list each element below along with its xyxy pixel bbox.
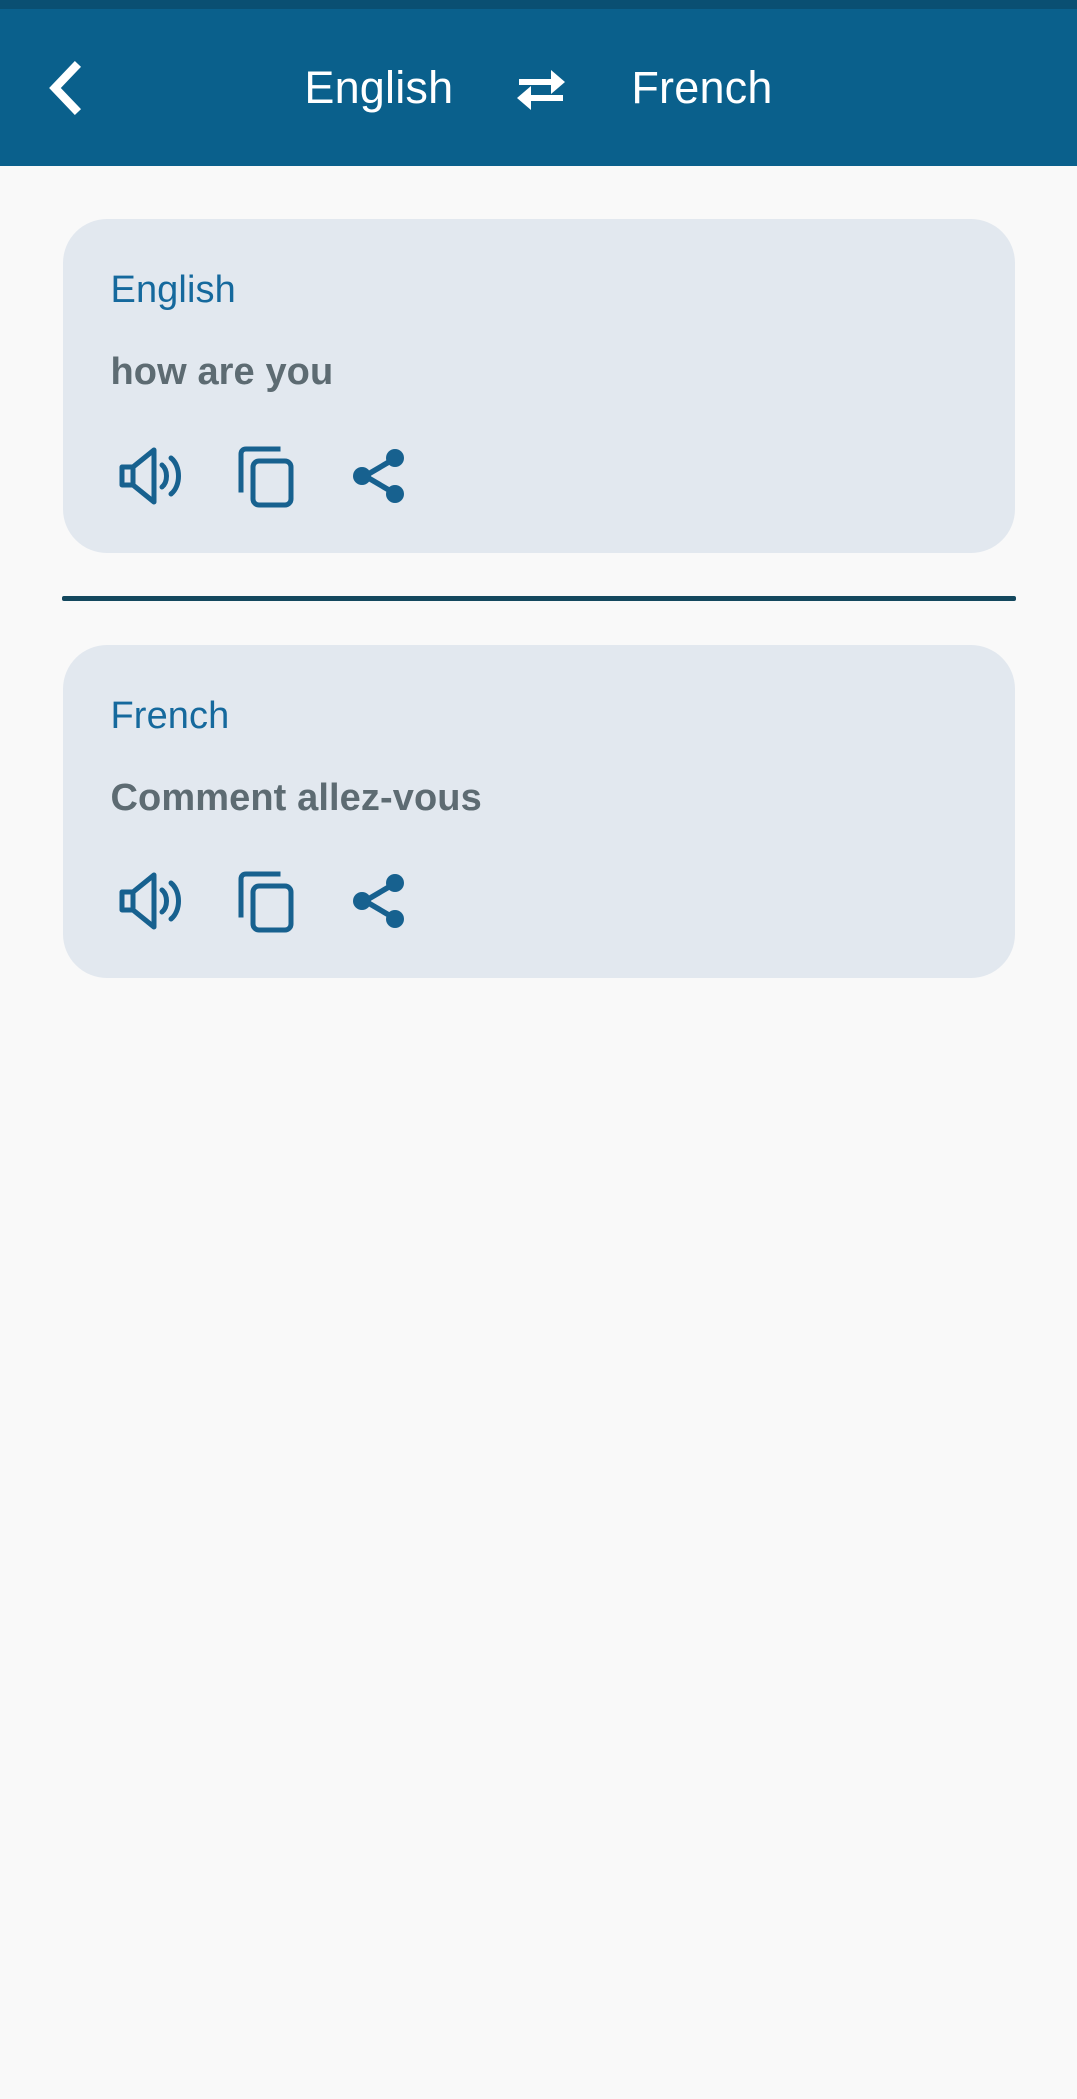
copy-button[interactable] (225, 439, 307, 513)
language-pair: English French (0, 60, 1077, 116)
source-card-actions (111, 439, 967, 513)
speak-button[interactable] (111, 864, 193, 938)
speaker-volume-icon (118, 870, 186, 932)
card-language-label: English (110, 269, 236, 311)
copy-icon (237, 444, 295, 508)
card-divider (61, 595, 1016, 601)
source-text: how are you (110, 351, 334, 393)
app-bar: English French (0, 9, 1077, 166)
card-divider-wrapper (0, 553, 1077, 645)
status-bar (0, 0, 1077, 9)
content-area: English how are you French Comment allez… (0, 166, 1077, 2099)
target-language-label[interactable]: French (631, 65, 772, 110)
share-icon (349, 445, 411, 507)
share-button[interactable] (339, 864, 421, 938)
translated-card-actions (111, 864, 967, 938)
swap-languages-button[interactable] (513, 60, 569, 116)
speaker-volume-icon (118, 445, 186, 507)
card-language-label: French (110, 694, 230, 737)
translated-text-card: French Comment allez-vous (62, 644, 1015, 978)
translated-text: Comment allez-vous (110, 776, 482, 819)
source-language-label[interactable]: English (304, 65, 453, 110)
share-button[interactable] (339, 439, 421, 513)
swap-horizontal-arrows-icon (513, 65, 569, 111)
speak-button[interactable] (111, 439, 193, 513)
source-text-card: English how are you (62, 219, 1015, 553)
copy-button[interactable] (225, 864, 307, 938)
copy-icon (237, 869, 295, 933)
translation-screen: English French English how are you Frenc… (0, 0, 1077, 2099)
share-icon (349, 870, 411, 932)
